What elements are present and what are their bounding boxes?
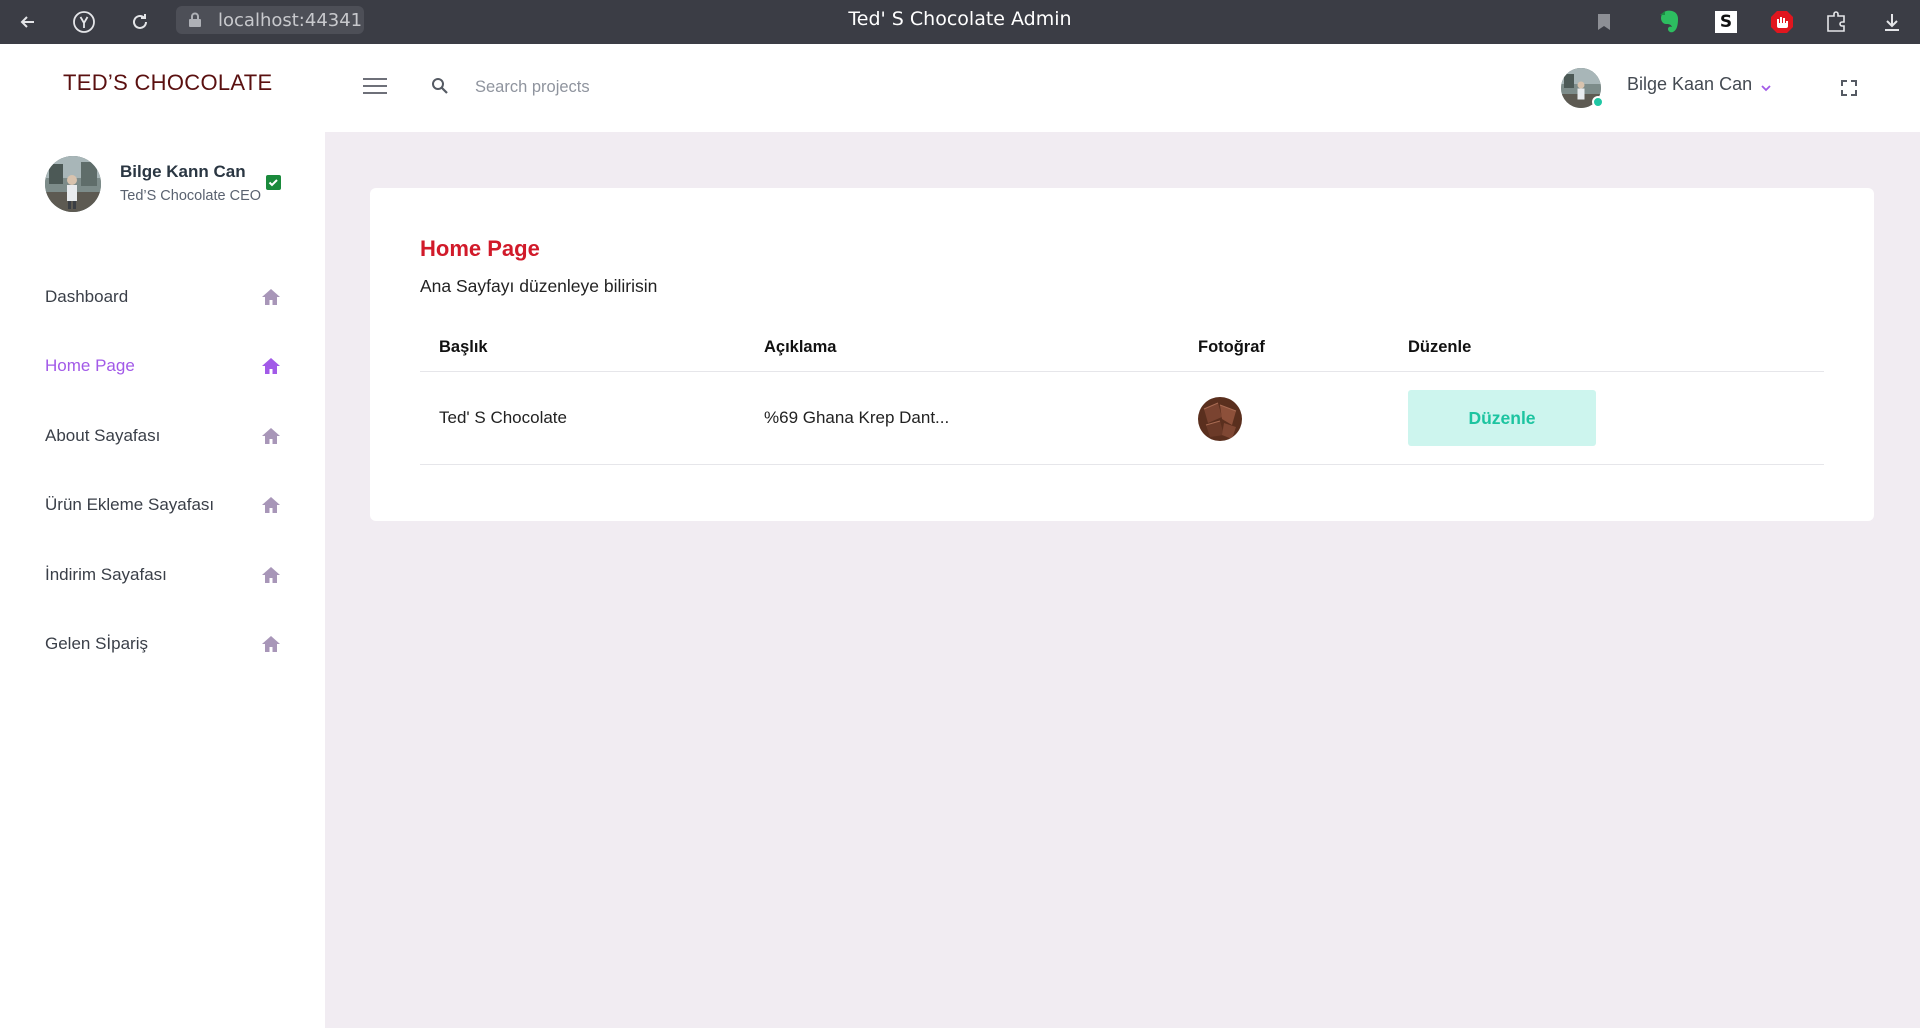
sidebar-menu: Dashboard Home Page About Sayafası Ürün … xyxy=(45,262,281,679)
profile-role: Ted’S Chocolate CEO xyxy=(120,188,262,204)
home-icon xyxy=(262,566,280,583)
search-input[interactable] xyxy=(475,72,795,102)
column-header-title: Başlık xyxy=(439,338,488,356)
lock-icon xyxy=(189,12,201,27)
address-bar[interactable]: localhost:44341 xyxy=(176,6,364,34)
sidebar-profile: Bilge Kann Can Ted’S Chocolate CEO xyxy=(45,156,305,216)
chevron-down-icon[interactable] xyxy=(1759,81,1773,95)
back-icon[interactable] xyxy=(14,8,42,36)
browser-toolbar: localhost:44341 Ted' S Chocolate Admin S xyxy=(0,0,1920,44)
verified-icon xyxy=(266,175,281,190)
sidebar-item-label: Home Page xyxy=(45,356,135,376)
table-header: Başlık Açıklama Fotoğraf Düzenle xyxy=(420,324,1824,372)
extension-icon[interactable] xyxy=(1822,8,1850,36)
sidebar-item-discount[interactable]: İndirim Sayafası xyxy=(45,540,281,610)
s-extension-icon[interactable]: S xyxy=(1712,8,1740,36)
yandex-icon[interactable] xyxy=(70,8,98,36)
chocolate-photo xyxy=(1198,397,1242,441)
sidebar-item-about[interactable]: About Sayafası xyxy=(45,401,281,471)
table-row: Ted' S Chocolate %69 Ghana Krep Dant... … xyxy=(420,372,1824,465)
fullscreen-icon[interactable] xyxy=(1840,79,1858,97)
user-name[interactable]: Bilge Kaan Can xyxy=(1627,74,1752,95)
cell-description: %69 Ghana Krep Dant... xyxy=(764,408,950,427)
edit-button[interactable]: Düzenle xyxy=(1408,390,1596,446)
bookmark-icon[interactable] xyxy=(1590,8,1618,36)
column-header-photo: Fotoğraf xyxy=(1198,338,1265,356)
page-subtitle: Ana Sayfayı düzenleye bilirisin xyxy=(420,276,658,296)
menu-toggle-icon[interactable] xyxy=(363,78,387,98)
sidebar-item-home-page[interactable]: Home Page xyxy=(45,332,281,402)
cell-title: Ted' S Chocolate xyxy=(439,408,567,427)
sidebar-item-label: Ürün Ekleme Sayafası xyxy=(45,495,215,515)
online-status-dot xyxy=(1592,96,1604,108)
home-icon xyxy=(262,427,280,444)
column-header-description: Açıklama xyxy=(764,338,837,356)
home-icon xyxy=(262,358,280,375)
home-page-table: Başlık Açıklama Fotoğraf Düzenle Ted' S … xyxy=(420,324,1824,465)
sidebar-item-label: Gelen Sİpariş xyxy=(45,634,148,654)
search-icon xyxy=(432,78,448,94)
home-icon xyxy=(262,636,280,653)
sidebar-item-label: Dashboard xyxy=(45,286,129,306)
sidebar: TED’S CHOCOLATE Bilge Kann Can Ted’S Cho… xyxy=(0,44,325,1028)
top-header: Bilge Kaan Can xyxy=(325,44,1920,132)
evernote-icon[interactable] xyxy=(1656,8,1684,36)
sidebar-item-label: İndirim Sayafası xyxy=(45,564,167,584)
page-title: Home Page xyxy=(420,236,540,261)
sidebar-item-orders[interactable]: Gelen Sİpariş xyxy=(45,610,281,680)
avatar xyxy=(45,156,101,212)
reload-icon[interactable] xyxy=(126,8,154,36)
home-icon xyxy=(262,497,280,514)
profile-name: Bilge Kann Can xyxy=(120,162,246,181)
column-header-edit: Düzenle xyxy=(1408,338,1472,356)
download-icon[interactable] xyxy=(1878,8,1906,36)
home-page-card: Home Page Ana Sayfayı düzenleye bilirisi… xyxy=(370,188,1874,521)
url-text: localhost:44341 xyxy=(218,9,363,31)
home-icon xyxy=(262,288,280,305)
sidebar-item-label: About Sayafası xyxy=(45,425,161,445)
sidebar-item-dashboard[interactable]: Dashboard xyxy=(45,262,281,332)
sidebar-item-product-add[interactable]: Ürün Ekleme Sayafası xyxy=(45,471,281,541)
adblock-icon[interactable] xyxy=(1768,8,1796,36)
brand-logo[interactable]: TED’S CHOCOLATE xyxy=(63,70,272,96)
